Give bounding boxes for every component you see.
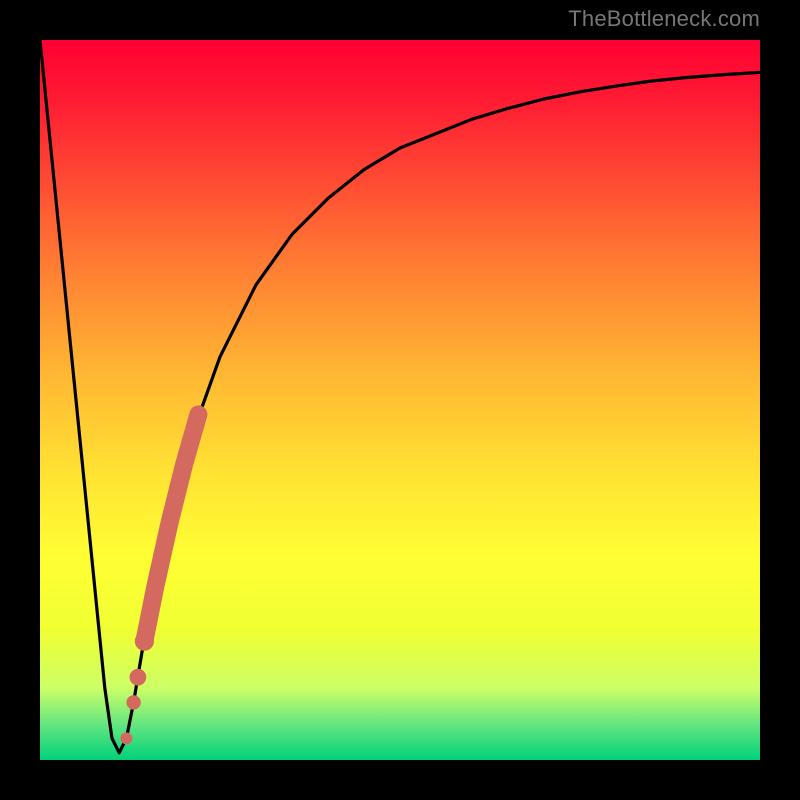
highlight-dot <box>135 632 154 651</box>
plot-area <box>40 40 760 760</box>
highlight-dot <box>120 732 132 744</box>
highlight-dot <box>126 695 140 709</box>
curve-overlay <box>40 40 760 760</box>
chart-frame: TheBottleneck.com <box>0 0 800 800</box>
highlight-thick-segment <box>144 414 198 641</box>
attribution-label: TheBottleneck.com <box>568 6 760 32</box>
highlight-markers <box>120 414 198 744</box>
highlight-dot <box>130 669 147 686</box>
